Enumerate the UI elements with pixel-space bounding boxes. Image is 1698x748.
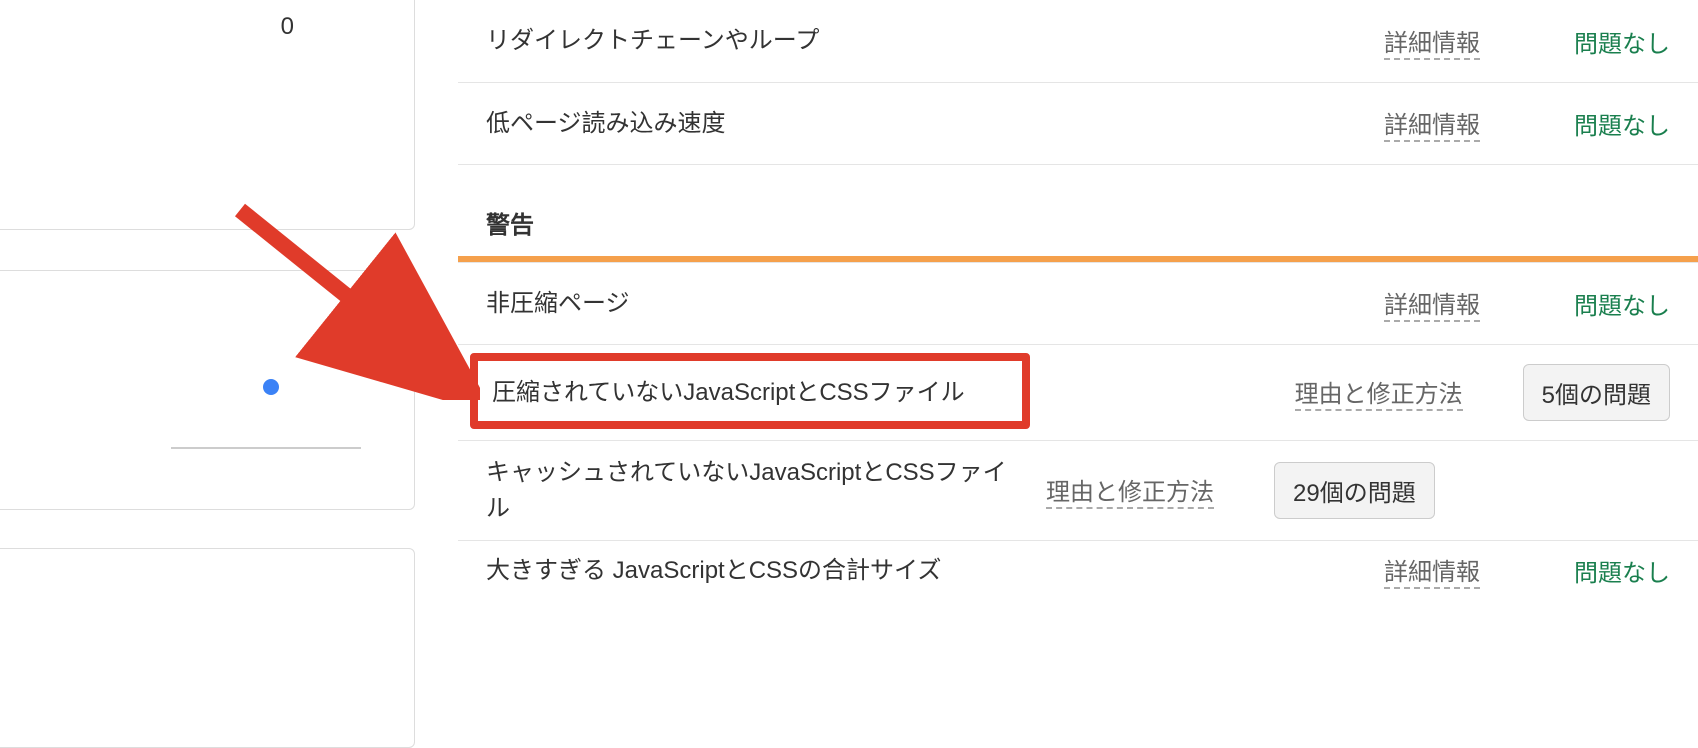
sidebar-card-chart — [0, 270, 415, 510]
warning-row: 大きすぎる JavaScriptとCSSの合計サイズ 詳細情報 問題なし — [458, 540, 1698, 600]
chart-axis-line — [171, 447, 361, 449]
issue-count-button[interactable]: 5個の問題 — [1523, 364, 1670, 421]
sidebar-card-3 — [0, 548, 415, 748]
stat-row: 0 — [0, 5, 394, 49]
status-ok: 問題なし — [1540, 106, 1670, 141]
warning-row: 非圧縮ページ 詳細情報 問題なし — [458, 262, 1698, 344]
issue-row: 低ページ読み込み速度 詳細情報 問題なし — [458, 82, 1698, 164]
issue-title: キャッシュされていないJavaScriptとCSSファイル — [486, 455, 1046, 527]
warning-row-highlighted: 圧縮されていないJavaScriptとCSSファイル 理由と修正方法 5個の問題 — [458, 344, 1698, 440]
sidebar-card-stats: 0 0 — [0, 0, 415, 230]
detail-link[interactable]: 詳細情報 — [1384, 105, 1480, 142]
issue-title: 大きすぎる JavaScriptとCSSの合計サイズ — [486, 553, 1384, 589]
issue-title: 圧縮されていないJavaScriptとCSSファイル — [486, 375, 1295, 411]
detail-link[interactable]: 理由と修正方法 — [1046, 472, 1214, 509]
stat-value: 0 — [281, 13, 294, 41]
sidebar-panel: 0 0 — [0, 0, 420, 656]
detail-link[interactable]: 詳細情報 — [1384, 285, 1480, 322]
status-ok: 問題なし — [1540, 24, 1670, 59]
warning-section-header: 警告 — [458, 164, 1698, 256]
issues-panel: リダイレクトチェーンやループ 詳細情報 問題なし 低ページ読み込み速度 詳細情報… — [458, 0, 1698, 656]
detail-link[interactable]: 理由と修正方法 — [1295, 374, 1463, 411]
issue-title: リダイレクトチェーンやループ — [486, 23, 1384, 59]
detail-link[interactable]: 詳細情報 — [1384, 552, 1480, 589]
chart-dot-icon — [263, 379, 279, 395]
issue-count-button[interactable]: 29個の問題 — [1274, 462, 1435, 519]
warning-row: キャッシュされていないJavaScriptとCSSファイル 理由と修正方法 29… — [458, 440, 1698, 540]
status-ok: 問題なし — [1540, 553, 1670, 588]
detail-link[interactable]: 詳細情報 — [1384, 23, 1480, 60]
section-title: 警告 — [486, 205, 1670, 240]
status-ok: 問題なし — [1540, 286, 1670, 321]
issue-title: 非圧縮ページ — [486, 286, 1384, 322]
issue-row: リダイレクトチェーンやループ 詳細情報 問題なし — [458, 0, 1698, 82]
issue-title: 低ページ読み込み速度 — [486, 106, 1384, 142]
